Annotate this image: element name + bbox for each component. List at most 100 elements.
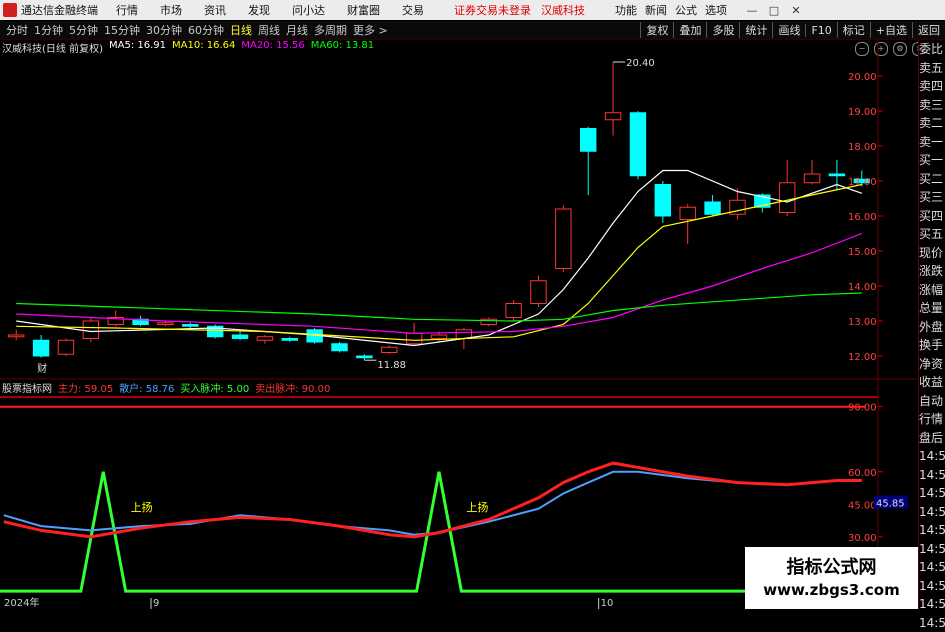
period-tab-timeshare[interactable]: 分时 [6, 22, 28, 38]
price-tick-label: 14.00 [848, 282, 877, 293]
indicator-info: 股票指标网 主力: 59.05 散户: 58.76 买入脉冲: 5.00 卖出脉… [2, 380, 330, 394]
quote-panel-item[interactable]: 卖一 [919, 133, 945, 152]
candle-body [282, 339, 297, 341]
menu-item-formula[interactable]: 公式 [675, 2, 697, 18]
period-tab-monthly[interactable]: 月线 [286, 22, 308, 38]
quote-panel-item[interactable]: 自动 [919, 392, 945, 411]
rise-label-2: 上扬 [466, 500, 488, 514]
kline-chart[interactable]: 20.0019.0018.0017.0016.0015.0014.0013.00… [0, 40, 918, 609]
tool-back-button[interactable]: 返回 [912, 22, 945, 38]
quote-panel-item[interactable]: 买三 [919, 188, 945, 207]
quote-panel-item[interactable]: 14:56 [919, 503, 945, 522]
candle-body [556, 209, 571, 269]
period-tab-1min[interactable]: 1分钟 [34, 22, 63, 38]
quote-panel-item[interactable]: 14:56 [919, 484, 945, 503]
menu-item-quotes[interactable]: 行情 [116, 2, 138, 18]
indicator-tick-label: 30.00 [848, 533, 877, 544]
candle-body [779, 183, 794, 213]
tool-f10-button[interactable]: F10 [805, 24, 836, 37]
quote-panel-item[interactable]: 14:56 [919, 447, 945, 466]
indicator-name[interactable]: 股票指标网 [2, 380, 52, 394]
candle-body [705, 202, 720, 214]
menu-item-market[interactable]: 市场 [160, 2, 182, 18]
current-value-label: 45.85 [876, 499, 905, 510]
quote-panel-item[interactable]: 14:56 [919, 595, 945, 614]
watermark-url: www.zbgs3.com [745, 581, 918, 599]
tool-draw-button[interactable]: 画线 [772, 22, 805, 38]
quote-panel-item[interactable]: 涨幅 [919, 281, 945, 300]
price-tick-label: 13.00 [848, 317, 877, 328]
quote-panel-item[interactable]: 14:56 [919, 614, 945, 632]
quote-panel-item[interactable]: 净资 [919, 355, 945, 374]
quote-panel-item[interactable]: 盘后 [919, 429, 945, 448]
tool-mark-button[interactable]: 标记 [837, 22, 870, 38]
quote-panel-item[interactable]: 换手 [919, 336, 945, 355]
period-tab-60min[interactable]: 60分钟 [188, 22, 224, 38]
close-icon[interactable]: ✕ [785, 4, 807, 17]
candle-body [431, 335, 446, 339]
quote-panel-item[interactable]: 总量 [919, 299, 945, 318]
period-tab-weekly[interactable]: 周线 [258, 22, 280, 38]
price-tick-label: 16.00 [848, 212, 877, 223]
menu-item-news[interactable]: 资讯 [204, 2, 226, 18]
period-tab-multi[interactable]: 多周期 [314, 22, 347, 38]
tool-watchlist-button[interactable]: +自选 [870, 22, 912, 38]
menu-item-options[interactable]: 选项 [705, 2, 727, 18]
sell-pulse-value: 卖出脉冲: 90.00 [255, 380, 330, 394]
indicator-tick-label: 45.00 [848, 500, 877, 511]
menu-item-ask[interactable]: 问小达 [292, 2, 325, 18]
menu-item-discover[interactable]: 发现 [248, 2, 270, 18]
quote-panel-item[interactable]: 14:56 [919, 540, 945, 559]
quote-panel-item[interactable]: 卖三 [919, 96, 945, 115]
quote-panel-item[interactable]: 卖五 [919, 59, 945, 78]
quote-panel-item[interactable]: 14:56 [919, 577, 945, 596]
login-notice[interactable]: 证券交易未登录 [454, 2, 531, 18]
menu-item-trade[interactable]: 交易 [402, 2, 424, 18]
period-tab-daily[interactable]: 日线 [230, 22, 252, 38]
candle-body [630, 113, 645, 176]
tool-overlay-button[interactable]: 叠加 [673, 22, 706, 38]
candle-body [232, 335, 247, 339]
quote-panel-item[interactable]: 买五 [919, 225, 945, 244]
quote-panel-item[interactable]: 涨跌 [919, 262, 945, 281]
tool-multistock-button[interactable]: 多股 [706, 22, 739, 38]
quote-panel-item[interactable]: 买四 [919, 207, 945, 226]
low-price-label: 11.88 [377, 360, 406, 371]
sanhu-value: 散户: 58.76 [119, 380, 174, 394]
quote-panel-item[interactable]: 委比 [919, 40, 945, 59]
price-tick-label: 17.00 [848, 177, 877, 188]
quote-panel-item[interactable]: 卖四 [919, 77, 945, 96]
watermark-logo: 指标公式网 www.zbgs3.com [745, 547, 918, 609]
price-tick-label: 18.00 [848, 142, 877, 153]
quote-panel-item[interactable]: 买一 [919, 151, 945, 170]
candle-body [406, 333, 421, 344]
quote-panel-item[interactable]: 行情 [919, 410, 945, 429]
ma-line-ma60 [16, 293, 862, 321]
price-tick-label: 20.00 [848, 72, 877, 83]
quote-panel-item[interactable]: 卖二 [919, 114, 945, 133]
quote-panel-item[interactable]: 买二 [919, 170, 945, 189]
minimize-icon[interactable]: — [741, 4, 763, 17]
period-tab-15min[interactable]: 15分钟 [104, 22, 140, 38]
candle-body [506, 304, 521, 318]
quote-panel-item[interactable]: 14:56 [919, 558, 945, 577]
candle-body [58, 340, 73, 354]
period-tab-more[interactable]: 更多 > [353, 22, 388, 38]
quote-panel-item[interactable]: 14:56 [919, 466, 945, 485]
menu-item-function[interactable]: 功能 [615, 2, 637, 18]
candle-body [829, 174, 844, 176]
period-tab-30min[interactable]: 30分钟 [146, 22, 182, 38]
quote-panel-item[interactable]: 收益 [919, 373, 945, 392]
candle-body [804, 174, 819, 183]
quote-panel-item[interactable]: 14:56 [919, 521, 945, 540]
period-tab-5min[interactable]: 5分钟 [69, 22, 98, 38]
quote-panel-item[interactable]: 外盘 [919, 318, 945, 337]
maximize-icon[interactable]: □ [763, 4, 785, 17]
tool-stats-button[interactable]: 统计 [739, 22, 772, 38]
menu-item-wealth[interactable]: 财富圈 [347, 2, 380, 18]
app-title: 通达信金融终端 [21, 2, 98, 18]
quote-panel-item[interactable]: 现价 [919, 244, 945, 263]
indicator-tick-label: 90.00 [848, 403, 877, 414]
tool-adjust-button[interactable]: 复权 [640, 22, 673, 38]
menu-item-news-right[interactable]: 新闻 [645, 2, 667, 18]
